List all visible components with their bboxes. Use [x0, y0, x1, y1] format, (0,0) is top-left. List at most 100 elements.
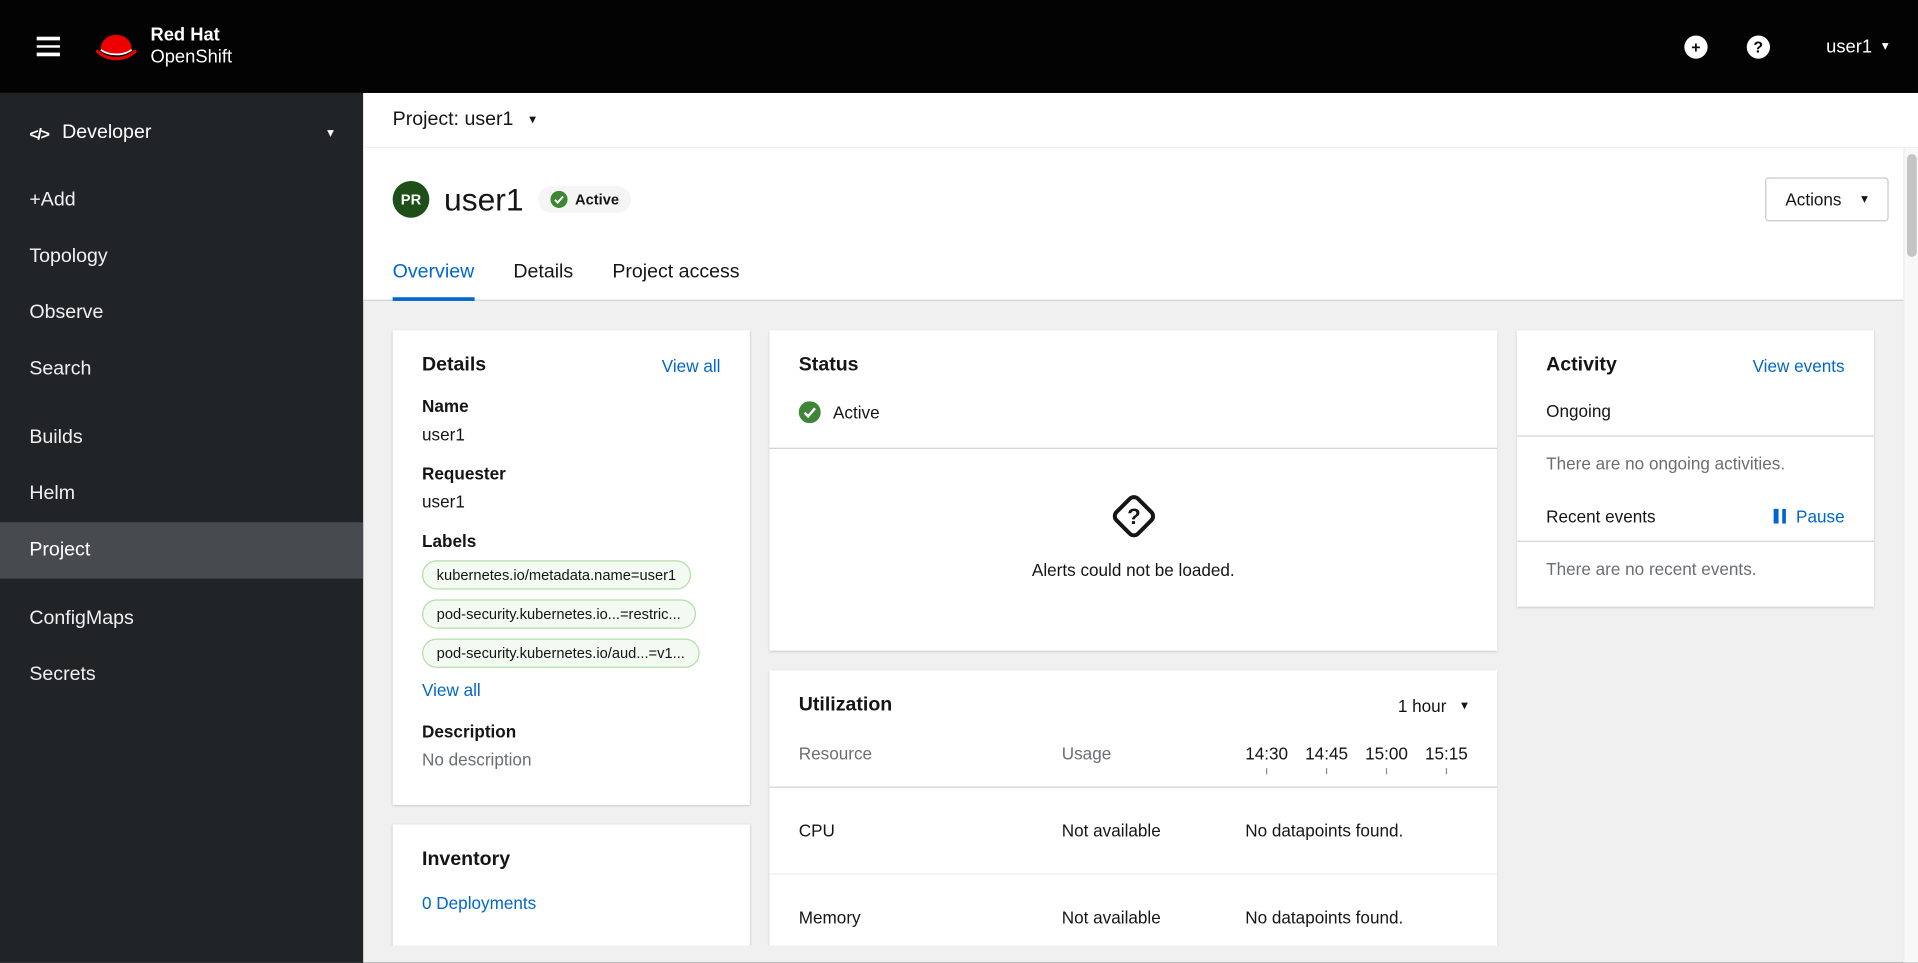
- ongoing-section-header: Ongoing: [1516, 401, 1874, 437]
- time-tick: 15:00: [1365, 744, 1408, 775]
- view-events-link[interactable]: View events: [1753, 356, 1845, 376]
- nav-section-gap: [0, 579, 363, 591]
- time-tick: 15:15: [1425, 744, 1468, 775]
- sidebar-item-search[interactable]: Search: [0, 341, 363, 397]
- user-menu[interactable]: user1 ▾: [1826, 36, 1888, 57]
- details-card-title: Details: [422, 354, 487, 376]
- project-selector[interactable]: Project: user1 ▾: [393, 109, 536, 131]
- brand-line1: Red Hat: [150, 24, 220, 46]
- sidebar-item-add[interactable]: +Add: [0, 172, 363, 228]
- actions-label: Actions: [1785, 189, 1842, 210]
- status-card: Status Active ? Alerts could not be load…: [769, 330, 1498, 651]
- resource-column-header: Resource: [798, 743, 873, 764]
- utilization-card-title: Utilization: [798, 694, 893, 716]
- dashboard-left-column: Details View all Name user1 Requester us…: [392, 330, 750, 946]
- main-content: Project: user1 ▾ PR user1 Active Actions…: [363, 92, 1918, 963]
- utilization-card: Utilization 1 hour ▾ Resource Usage 14:3…: [769, 670, 1498, 946]
- requester-value: user1: [422, 491, 465, 512]
- tab-details[interactable]: Details: [513, 243, 573, 299]
- dashboard-middle-column: Status Active ? Alerts could not be load…: [769, 330, 1498, 946]
- label-pill[interactable]: pod-security.kubernetes.io/aud...=v1...: [422, 638, 700, 668]
- sidebar-item-configmaps[interactable]: ConfigMaps: [0, 591, 363, 647]
- chevron-down-icon: ▾: [1881, 38, 1889, 54]
- masthead: Red Hat OpenShift + ? user1 ▾: [0, 0, 1918, 93]
- status-badge: Active: [538, 185, 632, 213]
- sidebar: </> Developer ▾ +Add Topology Observe Se…: [0, 92, 364, 963]
- resource-chart-empty: No datapoints found.: [1245, 907, 1404, 928]
- ongoing-empty-message: There are no ongoing activities.: [1546, 453, 1786, 474]
- alerts-unknown-icon: ?: [1112, 495, 1155, 538]
- scrollbar-thumb[interactable]: [1906, 154, 1917, 257]
- project-status-row: Active: [769, 377, 1497, 448]
- pause-label: Pause: [1796, 506, 1845, 526]
- hamburger-icon: [36, 37, 60, 41]
- chevron-down-icon: ▾: [529, 111, 537, 127]
- redhat-logo-icon: [95, 34, 137, 61]
- details-card: Details View all Name user1 Requester us…: [392, 330, 750, 805]
- recent-events-empty-message: There are no recent events.: [1546, 559, 1757, 579]
- brand-logo: Red Hat OpenShift: [94, 24, 232, 68]
- utilization-row-memory: Memory Not available No datapoints found…: [769, 875, 1497, 946]
- vertical-scrollbar[interactable]: [1903, 148, 1918, 963]
- masthead-toolbar: + ? user1 ▾: [1684, 34, 1889, 59]
- tab-overview[interactable]: Overview: [392, 243, 474, 301]
- tab-bar: Overview Details Project access: [363, 243, 1918, 301]
- status-card-title: Status: [798, 354, 859, 376]
- perspective-switcher[interactable]: </> Developer ▾: [0, 93, 363, 173]
- utilization-header-row: Resource Usage 14:30 14:45 15:00 15:15: [769, 743, 1498, 788]
- utilization-row-cpu: CPU Not available No datapoints found.: [769, 788, 1498, 875]
- add-icon[interactable]: +: [1684, 34, 1708, 59]
- name-value: user1: [422, 424, 465, 445]
- sidebar-item-observe[interactable]: Observe: [0, 285, 363, 341]
- help-icon[interactable]: ?: [1746, 34, 1770, 59]
- nav-section-gap: [0, 398, 363, 410]
- project-status-text: Active: [833, 402, 880, 423]
- labels-label: Labels: [422, 530, 477, 551]
- details-view-all-link[interactable]: View all: [662, 356, 721, 376]
- resource-name: Memory: [798, 907, 861, 928]
- name-label: Name: [422, 396, 469, 416]
- labels-view-all-link[interactable]: View all: [422, 680, 481, 700]
- alerts-empty-message: Alerts could not be loaded.: [1031, 560, 1235, 580]
- svg-text:?: ?: [1126, 504, 1140, 529]
- activity-card: Activity View events Ongoing There are n…: [1516, 330, 1874, 607]
- sidebar-nav: +Add Topology Observe Search Builds Helm…: [0, 172, 364, 703]
- activity-card-title: Activity: [1546, 354, 1617, 376]
- project-badge: PR: [392, 181, 430, 218]
- username-label: user1: [1826, 36, 1873, 57]
- page-title: user1: [444, 180, 524, 218]
- duration-dropdown[interactable]: 1 hour ▾: [1398, 696, 1468, 716]
- status-badge-label: Active: [574, 190, 620, 208]
- chevron-down-icon: ▾: [1861, 191, 1868, 207]
- tab-project-access[interactable]: Project access: [612, 243, 739, 299]
- sidebar-item-project[interactable]: Project: [0, 522, 364, 579]
- duration-label: 1 hour: [1397, 696, 1447, 716]
- pause-icon: [1774, 508, 1787, 524]
- inventory-card-title: Inventory: [422, 848, 511, 870]
- usage-column-header: Usage: [1061, 743, 1112, 764]
- resource-usage: Not available: [1061, 820, 1161, 841]
- perspective-label: Developer: [62, 122, 152, 144]
- dashboard-right-column: Activity View events Ongoing There are n…: [1516, 330, 1874, 607]
- project-bar: Project: user1 ▾: [363, 92, 1918, 149]
- inventory-card: Inventory 0 Deployments: [392, 824, 750, 946]
- actions-dropdown[interactable]: Actions ▾: [1764, 177, 1889, 222]
- description-value: No description: [422, 749, 532, 770]
- nav-toggle-button[interactable]: [29, 27, 67, 66]
- app-window: Red Hat OpenShift + ? user1 ▾ </> Develo…: [0, 0, 1918, 963]
- label-pill[interactable]: pod-security.kubernetes.io...=restric...: [422, 599, 696, 629]
- label-pill[interactable]: kubernetes.io/metadata.name=user1: [422, 560, 691, 590]
- resource-chart-empty: No datapoints found.: [1245, 820, 1404, 841]
- time-tick: 14:45: [1305, 744, 1348, 775]
- check-circle-icon: [550, 190, 568, 208]
- page-header: PR user1 Active Actions ▾: [363, 148, 1918, 244]
- dashboard-grid: Details View all Name user1 Requester us…: [363, 301, 1918, 946]
- chevron-down-icon: ▾: [1461, 697, 1468, 713]
- sidebar-item-helm[interactable]: Helm: [0, 466, 363, 522]
- pause-button[interactable]: Pause: [1774, 506, 1845, 526]
- deployments-link[interactable]: 0 Deployments: [422, 893, 536, 913]
- sidebar-item-secrets[interactable]: Secrets: [0, 647, 363, 703]
- sidebar-item-builds[interactable]: Builds: [0, 410, 363, 466]
- requester-label: Requester: [422, 463, 506, 484]
- sidebar-item-topology[interactable]: Topology: [0, 229, 363, 285]
